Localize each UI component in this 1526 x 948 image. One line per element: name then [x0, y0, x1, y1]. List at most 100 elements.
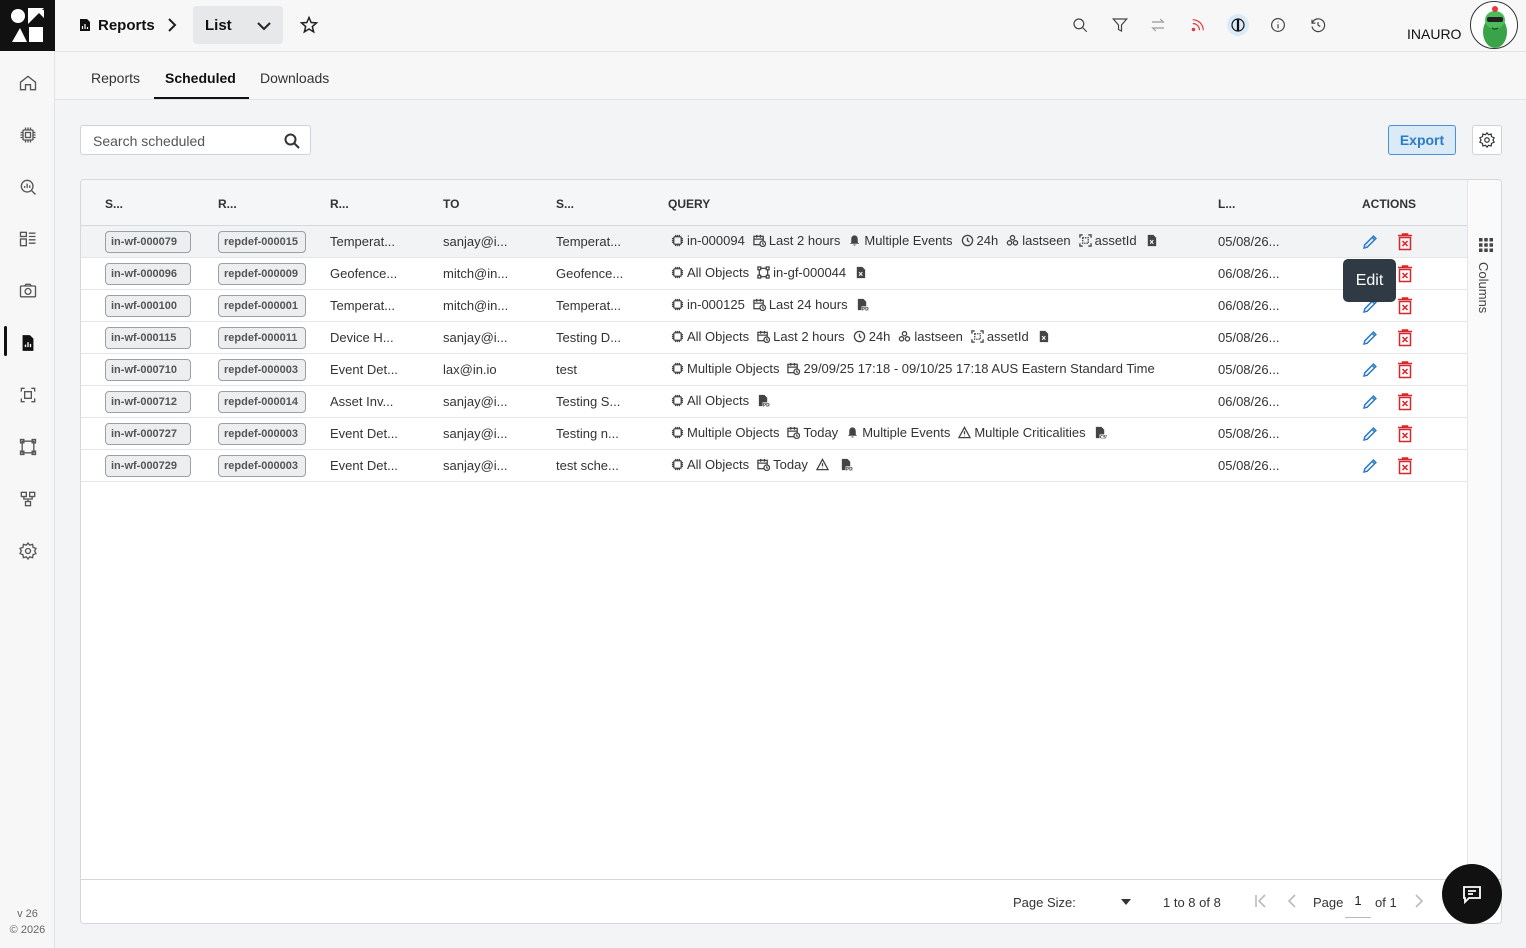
table-row[interactable]: in-wf-000115 repdef-000011 Device H... sanj…	[81, 322, 1467, 354]
calendar-clock-icon	[787, 362, 803, 375]
query-item-text: All Objects	[687, 457, 750, 472]
report-def-chip[interactable]: repdef-000001	[218, 295, 306, 317]
column-header-schedule[interactable]: S...	[105, 197, 123, 211]
query-item-text: 29/09/25 17:18 - 09/10/25 17:18 AUS East…	[803, 361, 1155, 376]
tab-reports[interactable]: Reports	[91, 70, 140, 86]
theme-toggle-icon[interactable]	[1227, 14, 1249, 36]
delete-bin-icon[interactable]	[1397, 457, 1413, 475]
table-row[interactable]: in-wf-000079 repdef-000015 Temperat... sanj…	[81, 226, 1467, 258]
query-item-text: Last 2 hours	[768, 233, 841, 248]
report-def-chip[interactable]: repdef-000003	[218, 423, 306, 445]
geofence-icon[interactable]	[14, 433, 42, 461]
schedule-id-chip[interactable]: in-wf-000096	[105, 263, 191, 285]
chat-button[interactable]	[1442, 864, 1502, 924]
delete-bin-icon[interactable]	[1397, 361, 1413, 379]
delete-bin-icon[interactable]	[1397, 393, 1413, 411]
edit-pencil-icon[interactable]	[1361, 457, 1379, 475]
copyright-label: © 2026	[9, 924, 46, 936]
schedule-id-chip[interactable]: in-wf-000079	[105, 231, 191, 253]
subject-cell: Testing D...	[556, 330, 622, 345]
page-number-input[interactable]: 1	[1345, 888, 1371, 918]
calendar-clock-icon	[753, 298, 769, 311]
hierarchy-icon[interactable]	[14, 485, 42, 513]
device-chip-icon[interactable]	[14, 121, 42, 149]
edit-pencil-icon[interactable]	[1361, 361, 1379, 379]
breadcrumb-title[interactable]: Reports	[98, 17, 155, 34]
scan-frame-icon[interactable]	[14, 381, 42, 409]
schedule-id-chip[interactable]: in-wf-000115	[105, 327, 191, 349]
history-icon[interactable]	[1307, 14, 1329, 36]
column-header-last[interactable]: L...	[1218, 197, 1235, 211]
schedule-id-chip[interactable]: in-wf-000710	[105, 359, 191, 381]
delete-bin-icon[interactable]	[1397, 425, 1413, 443]
grid-settings-button[interactable]	[1472, 125, 1502, 155]
favorite-star-icon[interactable]	[299, 15, 319, 35]
schedule-id-chip[interactable]: in-wf-000727	[105, 423, 191, 445]
avatar[interactable]	[1470, 1, 1518, 49]
settings-icon[interactable]	[14, 537, 42, 565]
column-header-to[interactable]: TO	[443, 197, 459, 211]
columns-panel-label[interactable]: Columns	[1476, 262, 1491, 313]
column-header-report[interactable]: R...	[330, 197, 349, 211]
report-def-chip[interactable]: repdef-000011	[218, 327, 306, 349]
next-page-icon[interactable]	[1414, 894, 1424, 911]
report-def-chip[interactable]: repdef-000003	[218, 359, 306, 381]
chip-icon	[671, 330, 687, 343]
camera-icon[interactable]	[14, 277, 42, 305]
reports-icon[interactable]	[14, 329, 42, 357]
table-row[interactable]: in-wf-000727 repdef-000003 Event Det... san…	[81, 418, 1467, 450]
delete-bin-icon[interactable]	[1397, 265, 1413, 283]
home-icon[interactable]	[14, 69, 42, 97]
edit-pencil-icon[interactable]	[1361, 393, 1379, 411]
columns-grid-icon[interactable]	[1479, 238, 1493, 252]
previous-page-icon[interactable]	[1287, 894, 1297, 911]
query-item: PDF	[856, 298, 872, 311]
report-def-chip[interactable]: repdef-000014	[218, 391, 306, 413]
tab-downloads[interactable]: Downloads	[260, 70, 329, 86]
table-row[interactable]: in-wf-000729 repdef-000003 Event Det... san…	[81, 450, 1467, 482]
table-row[interactable]: in-wf-000100 repdef-000001 Temperat... mitc…	[81, 290, 1467, 322]
transfer-icon[interactable]	[1147, 14, 1169, 36]
schedule-id-chip[interactable]: in-wf-000712	[105, 391, 191, 413]
table-row[interactable]: in-wf-000096 repdef-000009 Geofence... mitc…	[81, 258, 1467, 290]
report-def-chip[interactable]: repdef-000003	[218, 455, 306, 477]
chip-icon	[671, 426, 687, 439]
view-select[interactable]: List	[193, 6, 283, 44]
query-item: All Objects	[671, 393, 749, 408]
first-page-icon[interactable]	[1255, 894, 1267, 911]
export-button[interactable]: Export	[1388, 125, 1456, 155]
column-header-subject[interactable]: S...	[556, 197, 574, 211]
user-name[interactable]: INAURO	[1407, 26, 1461, 42]
edit-pencil-icon[interactable]	[1361, 233, 1379, 251]
tab-scheduled[interactable]: Scheduled	[165, 70, 236, 86]
report-def-chip[interactable]: repdef-000009	[218, 263, 306, 285]
page-size-select[interactable]	[1091, 893, 1131, 913]
report-name-cell: Temperat...	[330, 234, 396, 249]
search-input[interactable]	[93, 131, 273, 151]
query-cell: All Objects PDF	[671, 393, 781, 408]
signal-feed-icon[interactable]	[1187, 14, 1209, 36]
report-name-cell: Device H...	[330, 330, 394, 345]
table-row[interactable]: in-wf-000712 repdef-000014 Asset Inv... san…	[81, 386, 1467, 418]
recipient-cell: sanjay@i...	[443, 394, 508, 409]
column-header-report-def[interactable]: R...	[218, 197, 237, 211]
filter-icon[interactable]	[1109, 14, 1131, 36]
search-icon[interactable]	[1069, 14, 1091, 36]
search-icon[interactable]	[284, 133, 300, 149]
report-def-chip[interactable]: repdef-000015	[218, 231, 306, 253]
svg-text:CSV: CSV	[1099, 434, 1106, 439]
delete-bin-icon[interactable]	[1397, 329, 1413, 347]
column-header-query[interactable]: QUERY	[668, 197, 710, 211]
edit-pencil-icon[interactable]	[1361, 329, 1379, 347]
table-row[interactable]: in-wf-000710 repdef-000003 Event Det... lax…	[81, 354, 1467, 386]
dashboard-icon[interactable]	[14, 225, 42, 253]
delete-bin-icon[interactable]	[1397, 233, 1413, 251]
schedule-id-chip[interactable]: in-wf-000100	[105, 295, 191, 317]
edit-pencil-icon[interactable]	[1361, 425, 1379, 443]
delete-bin-icon[interactable]	[1397, 297, 1413, 315]
app-logo[interactable]	[0, 0, 55, 51]
analytics-search-icon[interactable]	[14, 173, 42, 201]
schedule-id-chip[interactable]: in-wf-000729	[105, 455, 191, 477]
file-pdf-icon: PDF	[840, 458, 856, 471]
info-icon[interactable]	[1267, 14, 1289, 36]
